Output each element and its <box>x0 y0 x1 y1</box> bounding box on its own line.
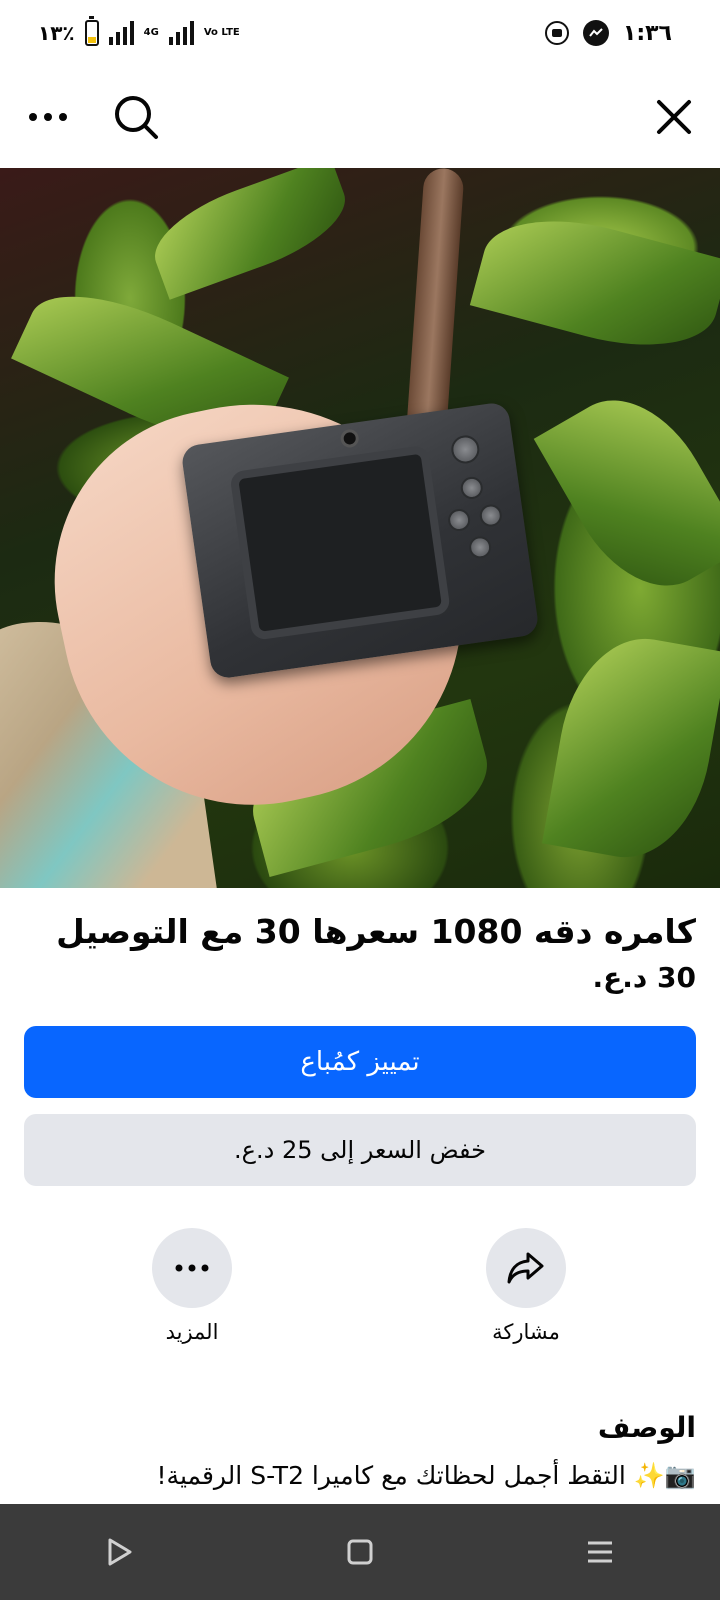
listing-title: كامره دقه 1080 سعرها 30 مع التوصيل <box>56 912 696 951</box>
back-triangle-icon <box>108 1538 132 1566</box>
battery-percent: ١٣٪ <box>38 21 75 45</box>
listing-price: 30 د.ع. <box>592 961 697 994</box>
share-icon <box>507 1252 544 1284</box>
close-icon <box>657 100 691 134</box>
toolbar-left-group <box>28 93 160 141</box>
more-button[interactable] <box>152 1228 232 1308</box>
camera-screen <box>229 444 451 641</box>
description-heading: الوصف <box>597 1411 696 1444</box>
share-action[interactable]: مشاركة <box>456 1228 596 1344</box>
status-left: ١٣٪ 4G Vo LTE <box>38 16 240 46</box>
youtube-notification-icon <box>544 21 569 45</box>
mark-as-sold-button[interactable]: تمييز كمُباع <box>24 1026 696 1098</box>
clock: ١:٣٦ <box>622 20 672 46</box>
camera-button <box>446 507 472 533</box>
listing-details: كامره دقه 1080 سعرها 30 مع التوصيل 30 د.… <box>0 888 720 1186</box>
messenger-icon <box>582 20 609 46</box>
back-button[interactable] <box>80 1512 160 1592</box>
camera-button <box>459 475 485 501</box>
reduce-price-button[interactable]: خفض السعر إلى 25 د.ع. <box>24 1114 696 1186</box>
camera-button <box>449 433 482 466</box>
leaf <box>542 626 720 870</box>
leaf <box>142 168 358 300</box>
description-section: الوصف 📷✨ التقط أجمل لحظاتك مع كاميرا S-T… <box>0 1408 720 1498</box>
camera-device <box>180 401 540 680</box>
menu-lines-icon <box>588 1541 612 1563</box>
product-image[interactable] <box>0 168 720 888</box>
search-button[interactable] <box>112 93 160 141</box>
home-button[interactable] <box>320 1512 400 1592</box>
action-row: مشاركة المزيد <box>0 1228 720 1348</box>
home-square-icon <box>347 1539 373 1565</box>
status-bar: ١٣٪ 4G Vo LTE ١:٣٦ <box>0 0 720 66</box>
signal-icon-2 <box>168 21 194 45</box>
search-icon <box>115 96 158 139</box>
leaf <box>533 373 720 613</box>
share-button[interactable] <box>486 1228 566 1308</box>
network-type: 4G <box>143 27 159 38</box>
more-options-button[interactable] <box>28 112 68 122</box>
more-action[interactable]: المزيد <box>122 1228 262 1344</box>
volte-indicator: Vo LTE <box>203 27 240 38</box>
camera-button <box>478 503 504 528</box>
leaf <box>469 198 720 368</box>
camera-button <box>467 534 493 560</box>
more-label: المزيد <box>165 1320 219 1344</box>
system-navigation-bar <box>0 1504 720 1600</box>
recents-button[interactable] <box>560 1512 640 1592</box>
signal-icon <box>108 21 134 45</box>
status-right: ١:٣٦ <box>544 20 672 46</box>
share-label: مشاركة <box>492 1320 560 1344</box>
camera-lens <box>339 428 360 449</box>
description-text: 📷✨ التقط أجمل لحظاتك مع كاميرا S-T2 الرق… <box>156 1461 696 1490</box>
more-dots-icon <box>175 1264 209 1272</box>
top-toolbar <box>0 66 720 168</box>
close-button[interactable] <box>656 99 692 135</box>
more-icon <box>29 113 67 121</box>
battery-icon <box>84 16 99 46</box>
